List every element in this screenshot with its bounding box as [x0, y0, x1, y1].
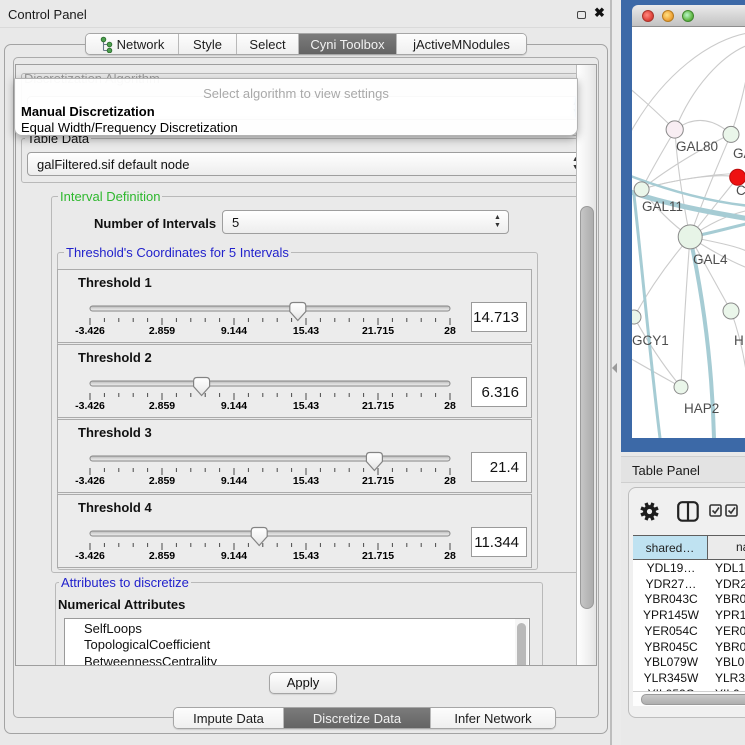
svg-text:28: 28 [444, 325, 456, 337]
svg-text:C: C [736, 183, 745, 198]
svg-text:28: 28 [444, 550, 456, 562]
svg-text:2.859: 2.859 [149, 475, 175, 487]
svg-text:-3.426: -3.426 [75, 475, 105, 487]
svg-text:GAL11: GAL11 [642, 199, 683, 214]
svg-text:HAP2: HAP2 [684, 401, 719, 416]
svg-text:-3.426: -3.426 [75, 325, 105, 337]
svg-text:GAL80: GAL80 [676, 139, 718, 154]
svg-text:H: H [734, 333, 744, 348]
svg-text:21.715: 21.715 [362, 475, 394, 487]
svg-text:15.43: 15.43 [293, 475, 319, 487]
svg-text:2.859: 2.859 [149, 400, 175, 412]
svg-text:GA: GA [733, 146, 745, 161]
svg-text:15.43: 15.43 [293, 325, 319, 337]
svg-text:2.859: 2.859 [149, 550, 175, 562]
svg-text:28: 28 [444, 475, 456, 487]
svg-text:-3.426: -3.426 [75, 550, 105, 562]
svg-text:21.715: 21.715 [362, 400, 394, 412]
svg-text:2.859: 2.859 [149, 325, 175, 337]
svg-text:15.43: 15.43 [293, 400, 319, 412]
svg-text:9.144: 9.144 [221, 550, 247, 562]
svg-text:21.715: 21.715 [362, 550, 394, 562]
svg-text:9.144: 9.144 [221, 475, 247, 487]
svg-text:28: 28 [444, 400, 456, 412]
svg-text:-3.426: -3.426 [75, 400, 105, 412]
svg-text:21.715: 21.715 [362, 325, 394, 337]
svg-text:15.43: 15.43 [293, 550, 319, 562]
svg-text:9.144: 9.144 [221, 325, 247, 337]
svg-text:GAL4: GAL4 [693, 252, 728, 267]
svg-text:GCY1: GCY1 [632, 333, 669, 348]
svg-text:9.144: 9.144 [221, 400, 247, 412]
